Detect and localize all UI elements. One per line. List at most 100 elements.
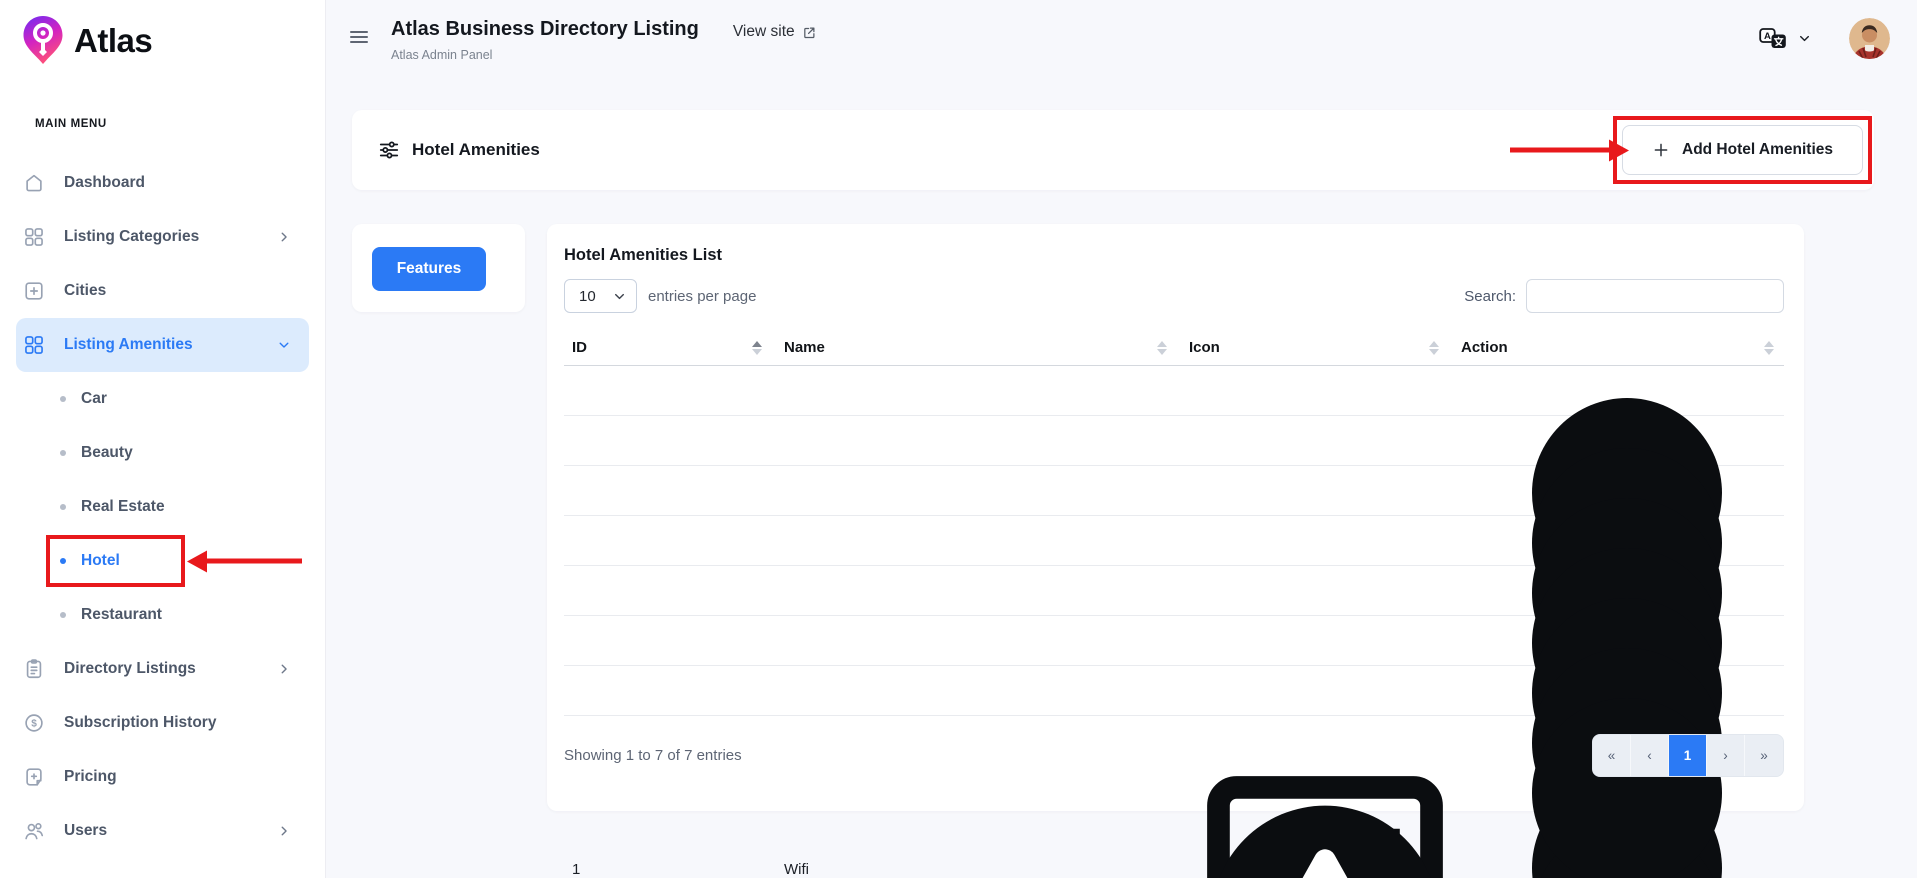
sidebar-item-label: Listing Categories [64,228,199,246]
sidebar-item-pricing[interactable]: Pricing [0,750,325,804]
cell-id: 1 [564,861,784,878]
table-row: 3Frances Scott [564,466,1784,516]
bullet-icon [60,396,66,402]
panel-title: Hotel Amenities List [564,240,1784,265]
sidebar-subitem-label: Restaurant [81,606,162,624]
dollar-circle-icon: $ [23,712,45,734]
entries-per-page-select[interactable]: 10 [564,279,637,313]
sidebar-item-listing-categories[interactable]: Listing Categories [0,210,325,264]
panel-footer: Showing 1 to 7 of 7 entries «‹1›» [564,734,1784,777]
table-row: 5Lisandra Boyer [564,566,1784,616]
sidebar-item-users[interactable]: Users [0,804,325,858]
chevron-down-icon [613,290,626,303]
translate-icon: A [1759,27,1787,50]
column-header-id[interactable]: ID [564,339,784,356]
align-justify-icon [1189,833,1461,878]
sidebar-subitem-label: Car [81,390,107,408]
map-pin-gradient-icon [20,14,66,68]
table-row: 2Hillary Taylor [564,416,1784,466]
page-title: Atlas Business Directory Listing [391,18,699,41]
sidebar-subitem-car[interactable]: Car [0,372,325,426]
column-header-action[interactable]: Action [1461,339,1784,356]
grid-icon [23,334,45,356]
view-site-label: View site [733,23,795,41]
view-site-link[interactable]: View site [733,23,817,41]
column-header-icon[interactable]: Icon [1189,339,1461,356]
pagination: «‹1›» [1592,734,1784,777]
chevron-right-icon [277,230,291,244]
sidebar-item-listing-amenities[interactable]: Listing Amenities [16,318,309,372]
first-page-button[interactable]: « [1593,735,1631,776]
sidebar-item-label: Dashboard [64,174,145,192]
content-row: Features Hotel Amenities List 10 entries… [352,224,1917,811]
plus-icon [1652,141,1670,159]
sidebar-item-subscription-history[interactable]: $Subscription History [0,696,325,750]
home-icon [23,172,45,194]
page-button-1[interactable]: 1 [1669,735,1707,776]
table-body: 1Wifi2Hillary Taylor3Frances Scott4Lacot… [564,366,1784,716]
sidebar-item-label: Listing Amenities [64,336,193,354]
topbar: Atlas Business Directory Listing Atlas A… [326,0,1917,62]
table-row: 7Breakfast [564,666,1784,716]
page-subtitle: Atlas Admin Panel [391,48,699,62]
entries-select-value: 10 [579,288,596,305]
sidebar-subitem-label: Real Estate [81,498,165,516]
user-avatar[interactable] [1849,18,1890,59]
table-row: 6Balcony [564,616,1784,666]
brand-name: Atlas [74,22,152,60]
column-header-name[interactable]: Name [784,339,1189,356]
bullet-icon [60,558,66,564]
sort-arrows-icon [1157,341,1167,355]
features-button[interactable]: Features [372,247,486,291]
sidebar-subitem-hotel[interactable]: Hotel [0,534,325,588]
table-row: 4Lacota Howell [564,516,1784,566]
sidebar-subitem-real-estate[interactable]: Real Estate [0,480,325,534]
sidebar-nav: Dashboard Listing Categories Cities Listing… [0,156,325,858]
bullet-icon [60,612,66,618]
language-switcher[interactable]: A [1759,27,1811,50]
sort-arrows-icon [1764,341,1774,355]
sidebar-item-directory-listings[interactable]: Directory Listings [0,642,325,696]
sidebar-item-label: Pricing [64,768,117,786]
sidebar-subitem-label: Hotel [81,552,120,570]
toolbar-title: Hotel Amenities [412,140,540,160]
sidebar-subitem-label: Beauty [81,444,133,462]
features-card: Features [352,224,525,312]
search-label: Search: [1464,288,1516,305]
sidebar-item-cities[interactable]: Cities [0,264,325,318]
sidebar: Atlas MAIN MENU DashboardListing Categor… [0,0,326,878]
sidebar-item-dashboard[interactable]: Dashboard [0,156,325,210]
hamburger-menu-icon[interactable] [347,25,371,49]
external-link-icon [802,25,817,40]
users-icon [23,820,45,842]
toolbar-card: Hotel Amenities Add Hotel Amenities [352,110,1874,190]
sort-arrows-icon [1429,341,1439,355]
last-page-button[interactable]: » [1745,735,1783,776]
showing-entries-text: Showing 1 to 7 of 7 entries [564,747,742,764]
table-controls: 10 entries per page Search: [564,279,1784,313]
entries-per-page-label: entries per page [648,288,756,305]
topbar-right: A [1759,18,1890,59]
chevron-right-icon [277,824,291,838]
annotation-box-add-button: Add Hotel Amenities [1613,116,1872,184]
plus-square-icon [23,280,45,302]
prev-page-button[interactable]: ‹ [1631,735,1669,776]
brand-logo[interactable]: Atlas [0,0,325,68]
cell-name: Wifi [784,861,1189,878]
hotel-amenities-panel: Hotel Amenities List 10 entries per page… [547,224,1804,811]
file-plus-icon [23,766,45,788]
chevron-down-icon [277,338,291,352]
column-label: ID [572,339,587,356]
annotation-arrow [1510,148,1610,153]
column-label: Name [784,339,825,356]
search-input[interactable] [1526,279,1784,313]
add-hotel-amenities-button[interactable]: Add Hotel Amenities [1622,125,1863,175]
sliders-icon [378,139,400,161]
next-page-button[interactable]: › [1707,735,1745,776]
column-label: Action [1461,339,1508,356]
amenities-table: ID Name IconAction 1Wifi2Hillary Taylor3Fr… [564,330,1784,716]
sidebar-item-label: Users [64,822,107,840]
sidebar-subitem-beauty[interactable]: Beauty [0,426,325,480]
sidebar-subitem-restaurant[interactable]: Restaurant [0,588,325,642]
chevron-right-icon [277,662,291,676]
